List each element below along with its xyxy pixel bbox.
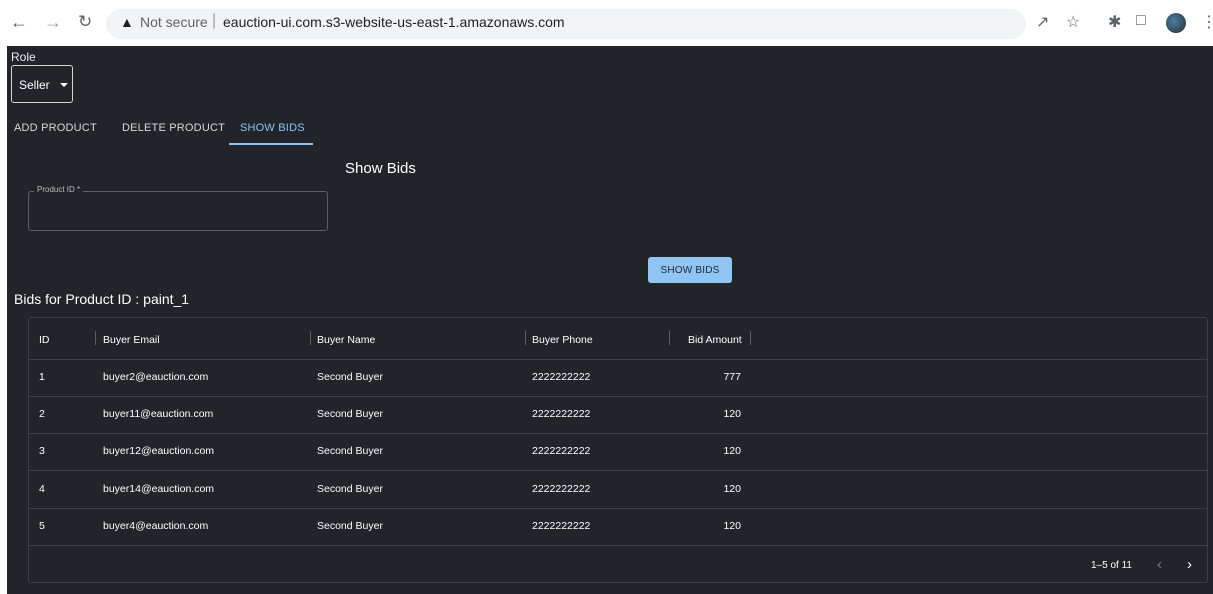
cell-id: 2: [39, 408, 45, 420]
chevron-left-icon[interactable]: ‹: [1157, 556, 1162, 573]
show-bids-button[interactable]: SHOW BIDS: [648, 257, 732, 283]
cell-buyer-email: buyer11@eauction.com: [103, 408, 214, 420]
column-header-bid-amount[interactable]: Bid Amount: [688, 334, 742, 346]
row-divider: [29, 396, 1207, 397]
sidepanel-icon[interactable]: □: [1136, 12, 1146, 30]
warning-icon[interactable]: ▲: [120, 14, 134, 30]
security-label[interactable]: Not secure: [140, 14, 208, 30]
cell-bid-amount: 120: [723, 408, 741, 420]
header-divider: [29, 359, 1207, 360]
cell-bid-amount: 777: [723, 371, 741, 383]
row-divider: [29, 470, 1207, 471]
cell-buyer-name: Second Buyer: [317, 520, 383, 532]
extensions-icon[interactable]: ✱: [1108, 12, 1121, 32]
active-tab-indicator: [229, 143, 313, 145]
cell-id: 1: [39, 371, 45, 383]
column-separator[interactable]: [750, 331, 751, 345]
cell-buyer-name: Second Buyer: [317, 483, 383, 495]
share-icon[interactable]: ↗: [1036, 12, 1049, 32]
cell-buyer-phone: 2222222222: [532, 520, 591, 532]
pagination-text: 1–5 of 11: [1091, 560, 1132, 571]
cell-buyer-email: buyer2@eauction.com: [103, 371, 209, 383]
column-header-buyer-email[interactable]: Buyer Email: [103, 334, 160, 346]
cell-bid-amount: 120: [723, 483, 741, 495]
cell-buyer-name: Second Buyer: [317, 408, 383, 420]
profile-avatar[interactable]: [1166, 13, 1186, 33]
product-id-input[interactable]: [37, 200, 321, 224]
url-text[interactable]: eauction-ui.com.s3-website-us-east-1.ama…: [223, 14, 565, 30]
bids-table: ID Buyer Email Buyer Name Buyer Phone Bi…: [28, 317, 1208, 583]
column-header-id[interactable]: ID: [39, 334, 50, 346]
column-separator[interactable]: [669, 331, 670, 345]
footer-divider: [29, 545, 1207, 546]
role-select[interactable]: Seller: [11, 65, 73, 103]
cell-buyer-phone: 2222222222: [532, 483, 591, 495]
column-separator[interactable]: [95, 331, 96, 345]
cell-bid-amount: 120: [723, 445, 741, 457]
reload-icon[interactable]: ↻: [78, 12, 92, 32]
cell-buyer-email: buyer12@eauction.com: [103, 445, 215, 457]
cell-buyer-phone: 2222222222: [532, 408, 591, 420]
cell-buyer-phone: 2222222222: [532, 445, 591, 457]
product-id-field[interactable]: [28, 191, 328, 231]
tab-show-bids[interactable]: SHOW BIDS: [240, 122, 305, 134]
column-header-buyer-phone[interactable]: Buyer Phone: [532, 334, 593, 346]
cell-id: 5: [39, 520, 45, 532]
browser-toolbar: ← → ↻ ▲ Not secure | eauction-ui.com.s3-…: [0, 0, 1213, 46]
cell-buyer-name: Second Buyer: [317, 371, 383, 383]
cell-id: 4: [39, 483, 45, 495]
role-label: Role: [11, 50, 36, 64]
app-container: Role Seller ADD PRODUCT DELETE PRODUCT S…: [7, 46, 1213, 594]
product-id-label: Product ID *: [34, 185, 84, 194]
cell-buyer-email: buyer14@eauction.com: [103, 483, 215, 495]
row-divider: [29, 433, 1207, 434]
cell-bid-amount: 120: [723, 520, 741, 532]
cell-buyer-email: buyer4@eauction.com: [103, 520, 209, 532]
arrow-left-icon[interactable]: ←: [10, 12, 28, 32]
arrow-right-icon[interactable]: →: [44, 12, 62, 32]
chevron-down-icon: [60, 83, 68, 87]
bids-heading: Bids for Product ID : paint_1: [14, 291, 190, 307]
form-title: Show Bids: [345, 160, 416, 177]
role-value: Seller: [19, 78, 50, 92]
cell-buyer-name: Second Buyer: [317, 445, 383, 457]
column-separator[interactable]: [525, 331, 526, 345]
column-header-buyer-name[interactable]: Buyer Name: [317, 334, 375, 346]
url-divider: |: [212, 12, 217, 29]
column-separator[interactable]: [310, 331, 311, 345]
star-icon[interactable]: ☆: [1066, 12, 1080, 32]
row-divider: [29, 508, 1207, 509]
cell-buyer-phone: 2222222222: [532, 371, 591, 383]
cell-id: 3: [39, 445, 45, 457]
chevron-right-icon[interactable]: ›: [1187, 556, 1192, 573]
tab-add-product[interactable]: ADD PRODUCT: [14, 122, 97, 134]
menu-icon[interactable]: ⋮: [1201, 12, 1213, 32]
tab-delete-product[interactable]: DELETE PRODUCT: [122, 122, 225, 134]
